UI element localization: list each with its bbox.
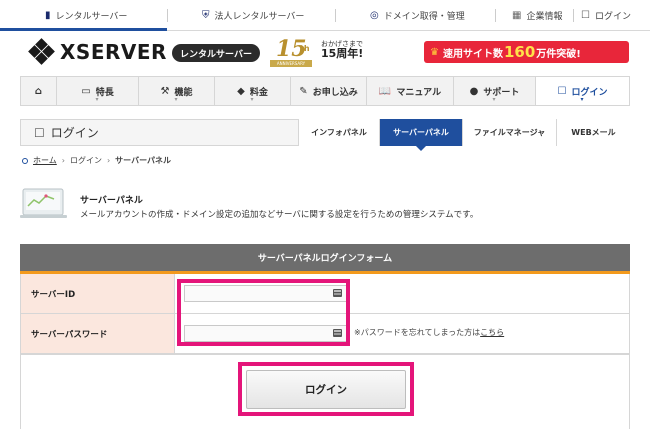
pencil-icon: ✎ [299, 85, 308, 97]
promo-suffix: 万件突破! [536, 48, 581, 60]
lock-icon: ☐ [34, 125, 45, 140]
top-tab-label: レンタルサーバー [55, 12, 128, 22]
breadcrumb-login[interactable]: ログイン [70, 155, 102, 166]
nav-home[interactable]: ⌂ [21, 77, 57, 105]
promo-prefix: 速用サイト数 [442, 48, 503, 60]
nav-manual[interactable]: 📖 マニュアル [367, 77, 454, 105]
dropdown-dot-icon: ▾ [174, 96, 178, 103]
top-tab-corporate[interactable]: ⛨ 法人レンタルサーバー [202, 0, 304, 31]
book-icon: 📖 [378, 85, 392, 97]
page-title-text: ログイン [50, 126, 99, 140]
anniversary-suffix: th [300, 44, 310, 53]
breadcrumb-home-link[interactable]: ホーム [33, 155, 57, 166]
anniversary-ribbon: ANNIVERSARY [270, 60, 312, 67]
forgot-password-link[interactable]: こちら [480, 328, 504, 337]
top-tab-login[interactable]: ☐ ログイン [581, 0, 631, 31]
divider [167, 9, 168, 22]
dropdown-dot-icon: ▾ [580, 96, 584, 103]
forgot-password-text: ※パスワードを忘れてしまった方は [354, 328, 481, 337]
nav-support[interactable]: ● サポート ▾ [454, 77, 536, 105]
nav-label: ログイン [571, 87, 608, 98]
login-sub-tabs: インフォパネル サーバーパネル ファイルマネージャ WEBメール [298, 119, 630, 151]
login-form-table: サーバーID サーバーパスワード ※パスワードを忘れてしまった方はこちら [20, 274, 630, 355]
xserver-logo[interactable]: XSERVER [28, 38, 167, 65]
building-icon: ▦ [512, 10, 522, 21]
divider [573, 9, 574, 22]
home-icon: ⌂ [34, 85, 43, 97]
server-password-input[interactable] [184, 325, 349, 342]
tab-info-panel[interactable]: インフォパネル [298, 119, 379, 146]
top-tab-label: 企業情報 [526, 12, 563, 22]
anniversary-message: おかげさまで 15周年! [321, 40, 363, 61]
nav-features[interactable]: ▭ 特長 ▾ [57, 77, 139, 105]
top-tab-rental-server[interactable]: ▮ レンタルサーバー [45, 0, 127, 31]
dropdown-dot-icon: ▾ [95, 96, 99, 103]
server-password-row: サーバーパスワード ※パスワードを忘れてしまった方はこちら [21, 314, 629, 354]
top-tab-bar: ▮ レンタルサーバー ⛨ 法人レンタルサーバー ◎ ドメイン取得・管理 ▦ 企業… [0, 0, 650, 31]
tab-server-panel[interactable]: サーバーパネル [379, 119, 462, 151]
nav-label: マニュアル [396, 87, 442, 98]
chevron-right-icon: › [61, 156, 65, 165]
crown-icon: ♛ [430, 46, 439, 58]
nav-functions[interactable]: ⚒ 機能 ▾ [139, 77, 215, 105]
tab-file-manager[interactable]: ファイルマネージャ [462, 119, 556, 146]
nav-label: サポート [483, 87, 520, 98]
anniversary-badge: 15 th ANNIVERSARY [270, 36, 312, 68]
breadcrumb-current: サーバーパネル [115, 156, 172, 165]
page-title: ☐ ログイン [34, 120, 99, 145]
server-id-label: サーバーID [21, 274, 175, 313]
person-icon: ● [469, 85, 479, 97]
password-manager-icon[interactable] [333, 289, 342, 297]
server-id-row: サーバーID [21, 274, 629, 314]
forgot-password-note: ※パスワードを忘れてしまった方はこちら [354, 327, 504, 338]
dropdown-dot-icon: ▾ [492, 96, 496, 103]
top-tab-domain[interactable]: ◎ ドメイン取得・管理 [370, 0, 465, 31]
server-icon: ▮ [45, 10, 51, 21]
shield-icon: ⛨ [202, 10, 210, 21]
chevron-right-icon: › [106, 156, 111, 165]
description-title: サーバーパネル [80, 196, 143, 206]
server-id-input[interactable] [184, 285, 349, 302]
nav-label: お申し込み [312, 87, 358, 98]
login-title-bar: ☐ ログイン インフォパネル サーバーパネル ファイルマネージャ WEBメール [20, 119, 630, 151]
password-manager-icon[interactable] [333, 329, 342, 337]
server-panel-illustration-icon [20, 188, 67, 218]
nav-login[interactable]: ☐ ログイン ▾ [536, 77, 629, 105]
nav-apply[interactable]: ✎ お申し込み [291, 77, 367, 105]
tools-icon: ⚒ [160, 85, 170, 97]
login-form-heading: サーバーパネルログインフォーム [20, 244, 630, 274]
monitor-icon: ▭ [81, 85, 91, 97]
logo-text: XSERVER [60, 40, 167, 64]
tag-icon: ◆ [237, 85, 245, 97]
logo-mark-icon [28, 38, 55, 65]
top-tab-label: ドメイン取得・管理 [383, 12, 465, 22]
divider [335, 9, 336, 22]
service-pill: レンタルサーバー [172, 44, 260, 62]
server-password-label: サーバーパスワード [21, 314, 175, 353]
active-tab-indicator [0, 28, 167, 31]
lock-icon: ☐ [581, 10, 590, 21]
promo-number: 160 [503, 43, 536, 61]
promo-banner[interactable]: ♛ 速用サイト数 160 万件突破! [424, 41, 629, 63]
breadcrumb: ホーム › ログイン › サーバーパネル [22, 155, 171, 166]
dropdown-dot-icon: ▾ [250, 96, 254, 103]
lock-icon: ☐ [557, 85, 567, 97]
description-text: メールアカウントの作成・ドメイン設定の追加などサーバに関する設定を行うための管理… [80, 210, 479, 220]
main-nav: ⌂ ▭ 特長 ▾ ⚒ 機能 ▾ ◆ 料金 ▾ ✎ お申し込み 📖 マニュアル ●… [20, 76, 630, 106]
top-tab-label: ログイン [594, 12, 631, 22]
home-circle-icon [22, 157, 28, 164]
login-button[interactable]: ログイン [246, 370, 406, 409]
globe-icon: ◎ [370, 10, 379, 21]
top-tab-company[interactable]: ▦ 企業情報 [512, 0, 562, 31]
top-tab-label: 法人レンタルサーバー [214, 12, 305, 22]
nav-pricing[interactable]: ◆ 料金 ▾ [215, 77, 291, 105]
thanks-line-2: 15周年! [321, 47, 364, 61]
tab-webmail[interactable]: WEBメール [556, 119, 630, 146]
divider [495, 9, 496, 22]
